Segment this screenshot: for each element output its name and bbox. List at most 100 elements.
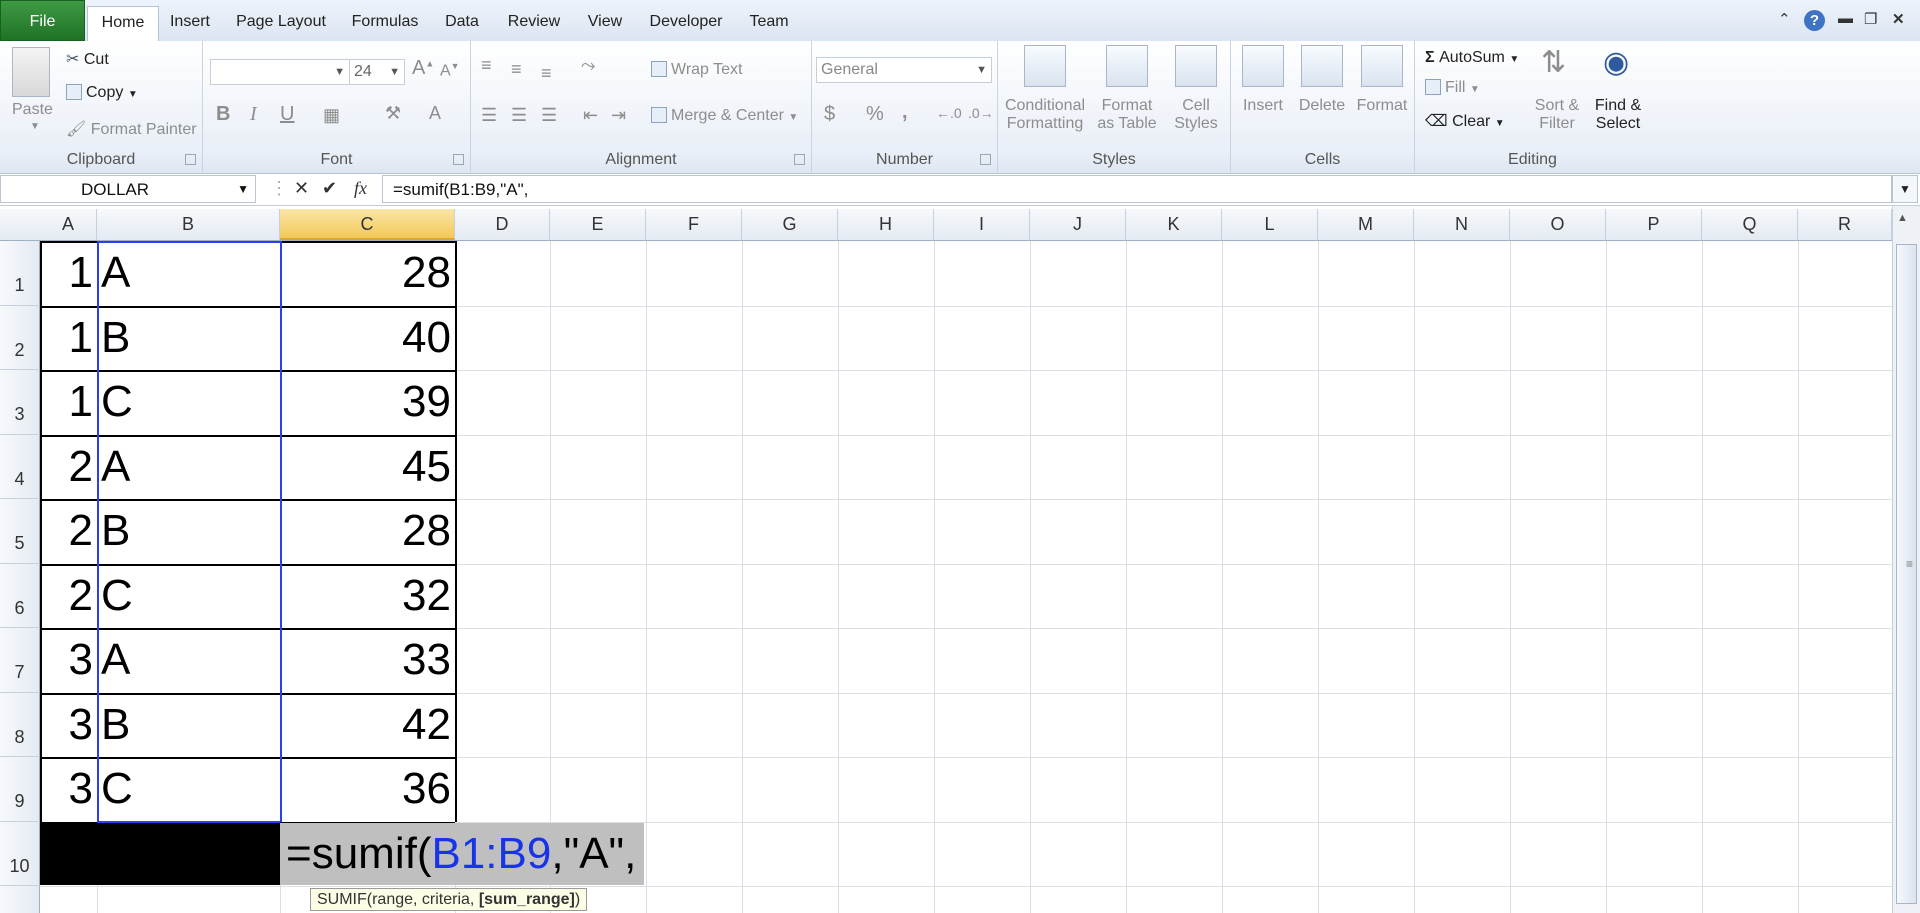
cell-c9[interactable]: 36 xyxy=(280,757,455,822)
minimize-ribbon-icon[interactable]: ⌃ xyxy=(1778,10,1791,28)
autosum-button[interactable]: Σ AutoSum ▼ xyxy=(1425,49,1519,67)
cell-b9[interactable]: C xyxy=(97,757,280,822)
cell-a2[interactable]: 1 xyxy=(40,306,97,371)
align-bottom-icon[interactable]: ≡ xyxy=(541,63,552,84)
column-header-p[interactable]: P xyxy=(1606,209,1702,240)
insert-cells-button[interactable]: Insert xyxy=(1235,45,1291,145)
borders-icon[interactable]: ▦ xyxy=(323,105,340,126)
active-cell-editor[interactable]: =sumif(B1:B9,"A", xyxy=(280,823,644,885)
column-header-a[interactable]: A xyxy=(40,209,97,240)
sort-filter-button[interactable]: ⇅ Sort & Filter xyxy=(1527,45,1587,145)
tab-insert[interactable]: Insert xyxy=(168,6,212,38)
currency-button[interactable]: $ xyxy=(824,103,835,126)
copy-button[interactable]: Copy ▼ xyxy=(66,84,138,102)
row-header-4[interactable]: 4 xyxy=(0,434,40,499)
dialog-launcher-icon[interactable] xyxy=(453,154,464,165)
underline-button[interactable]: U xyxy=(280,103,294,126)
orientation-icon[interactable]: ⤳ xyxy=(581,55,595,76)
tab-page-layout[interactable]: Page Layout xyxy=(234,6,328,38)
cell-c8[interactable]: 42 xyxy=(280,693,455,758)
column-header-d[interactable]: D xyxy=(455,209,550,240)
align-center-icon[interactable]: ☰ xyxy=(511,105,527,126)
cell-a3[interactable]: 1 xyxy=(40,370,97,435)
wrap-text-button[interactable]: Wrap Text xyxy=(651,61,742,79)
close-window-icon[interactable]: ✕ xyxy=(1892,10,1905,28)
fill-color-icon[interactable]: ⚒ xyxy=(385,103,401,124)
column-header-n[interactable]: N xyxy=(1414,209,1510,240)
merge-center-button[interactable]: Merge & Center ▼ xyxy=(651,107,798,125)
font-size-combo[interactable]: 24 ▼ xyxy=(349,59,405,85)
help-icon[interactable]: ? xyxy=(1804,10,1825,31)
column-header-o[interactable]: O xyxy=(1510,209,1606,240)
row-header-9[interactable]: 9 xyxy=(0,757,40,822)
number-format-combo[interactable]: General ▼ xyxy=(816,57,992,83)
cell-b4[interactable]: A xyxy=(97,435,280,500)
font-name-combo[interactable]: ▼ xyxy=(210,59,350,85)
row-header-10[interactable]: 10 xyxy=(0,821,40,886)
tab-home[interactable]: Home xyxy=(87,6,159,42)
cell-styles-button[interactable]: Cell Styles xyxy=(1166,45,1226,145)
paste-button[interactable]: Paste ▼ xyxy=(8,45,58,145)
cell-a4[interactable]: 2 xyxy=(40,435,97,500)
format-cells-button[interactable]: Format xyxy=(1353,45,1411,145)
increase-indent-icon[interactable]: ⇥ xyxy=(611,105,626,126)
column-header-b[interactable]: B xyxy=(97,209,280,240)
column-header-m[interactable]: M xyxy=(1318,209,1414,240)
cell-a1[interactable]: 1 xyxy=(40,241,97,306)
column-header-l[interactable]: L xyxy=(1222,209,1318,240)
cell-b3[interactable]: C xyxy=(97,370,280,435)
column-header-k[interactable]: K xyxy=(1126,209,1222,240)
row-header-8[interactable]: 8 xyxy=(0,692,40,757)
column-header-f[interactable]: F xyxy=(646,209,742,240)
align-left-icon[interactable]: ☰ xyxy=(481,105,497,126)
align-right-icon[interactable]: ☰ xyxy=(541,105,557,126)
cell-c6[interactable]: 32 xyxy=(280,564,455,629)
cell-c1[interactable]: 28 xyxy=(280,241,455,306)
column-header-h[interactable]: H xyxy=(838,209,934,240)
cancel-icon[interactable]: ✕ xyxy=(294,178,309,199)
cell-b1[interactable]: A xyxy=(97,241,280,306)
name-box[interactable]: DOLLAR ▼ xyxy=(0,175,256,203)
dialog-launcher-icon[interactable] xyxy=(794,154,805,165)
format-painter-button[interactable]: 🖌 Format Painter xyxy=(66,119,197,139)
column-header-q[interactable]: Q xyxy=(1702,209,1798,240)
tab-review[interactable]: Review xyxy=(505,6,563,38)
cut-button[interactable]: ✂ Cut xyxy=(66,49,109,69)
tab-data[interactable]: Data xyxy=(443,6,481,38)
vertical-scrollbar[interactable]: ▲ ≡ xyxy=(1892,206,1920,913)
cell-a6[interactable]: 2 xyxy=(40,564,97,629)
decrease-decimal-icon[interactable]: .0→ xyxy=(968,105,994,121)
percent-button[interactable]: % xyxy=(866,103,884,126)
insert-function-icon[interactable]: fx xyxy=(354,178,367,199)
cell-c5[interactable]: 28 xyxy=(280,499,455,564)
column-header-j[interactable]: J xyxy=(1030,209,1126,240)
delete-cells-button[interactable]: Delete xyxy=(1293,45,1351,145)
chevron-down-icon[interactable]: ▼ xyxy=(237,176,249,203)
dialog-launcher-icon[interactable] xyxy=(185,154,196,165)
cell-a7[interactable]: 3 xyxy=(40,628,97,693)
scroll-thumb[interactable]: ≡ xyxy=(1896,244,1917,904)
column-header-c[interactable]: C xyxy=(280,209,455,240)
cell-a8[interactable]: 3 xyxy=(40,693,97,758)
tab-file[interactable]: File xyxy=(0,0,85,41)
cell-b5[interactable]: B xyxy=(97,499,280,564)
cell-c3[interactable]: 39 xyxy=(280,370,455,435)
italic-button[interactable]: I xyxy=(250,103,257,126)
format-as-table-button[interactable]: Format as Table xyxy=(1092,45,1162,145)
tab-developer[interactable]: Developer xyxy=(648,6,724,38)
minimize-window-icon[interactable]: ▬ xyxy=(1838,10,1853,27)
increase-decimal-icon[interactable]: ←.0 xyxy=(936,105,962,121)
tab-team[interactable]: Team xyxy=(746,6,792,38)
row-header-5[interactable]: 5 xyxy=(0,499,40,564)
expand-formula-bar-icon[interactable]: ▼ xyxy=(1892,175,1918,203)
formula-input[interactable]: =sumif(B1:B9,"A", xyxy=(382,175,1892,203)
font-color-icon[interactable]: A xyxy=(429,103,441,124)
cell-b2[interactable]: B xyxy=(97,306,280,371)
tab-formulas[interactable]: Formulas xyxy=(350,6,420,38)
enter-check-icon[interactable]: ✔ xyxy=(322,178,337,199)
tooltip-bold-arg[interactable]: [sum_range] xyxy=(479,891,575,908)
column-header-g[interactable]: G xyxy=(742,209,838,240)
fill-button[interactable]: Fill ▼ xyxy=(1425,79,1480,97)
column-header-i[interactable]: I xyxy=(934,209,1030,240)
clear-button[interactable]: ⌫ Clear ▼ xyxy=(1425,111,1505,131)
